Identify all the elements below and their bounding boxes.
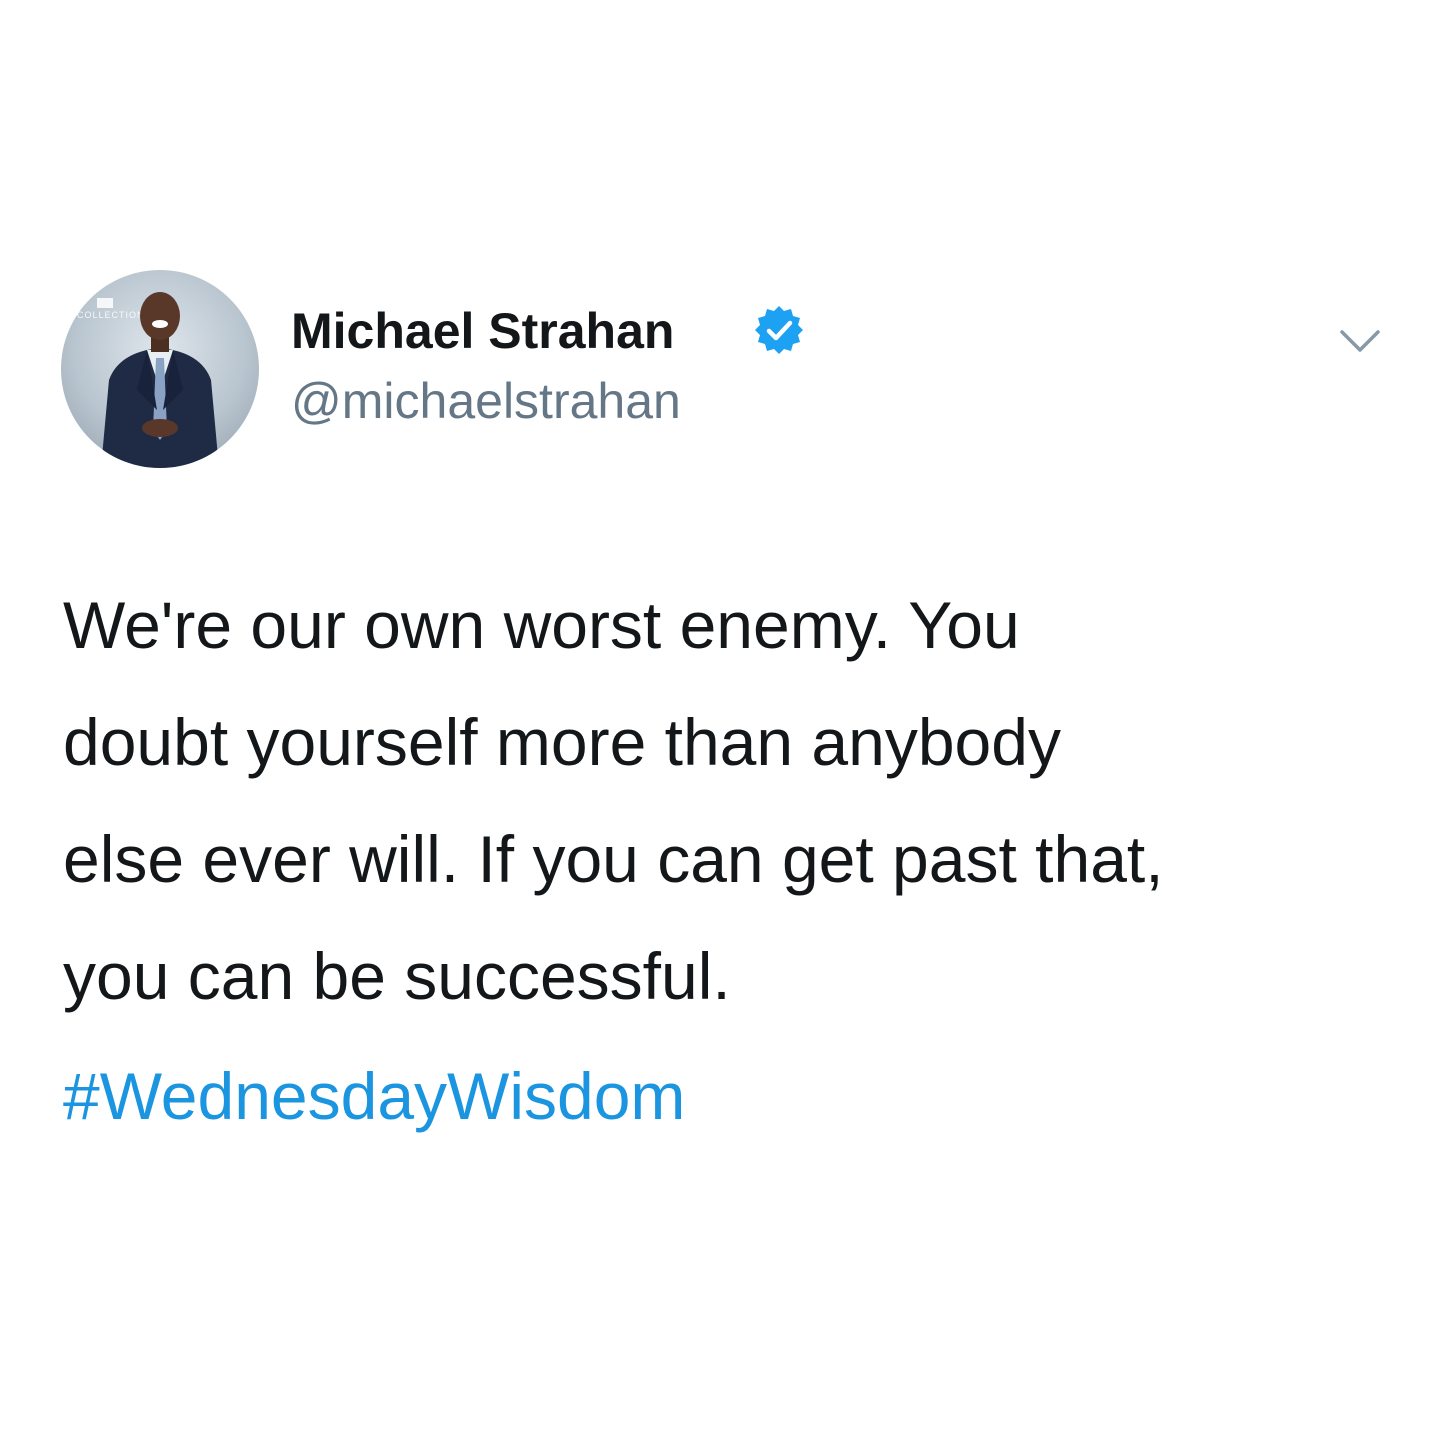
- display-name[interactable]: Michael Strahan: [291, 300, 674, 362]
- chevron-down-icon[interactable]: [1336, 322, 1384, 358]
- tweet-text-line: else ever will. If you can get past that…: [63, 822, 1164, 896]
- tweet-text-line: doubt yourself more than anybody: [63, 705, 1061, 779]
- avatar[interactable]: COLLECTION: [61, 270, 259, 468]
- svg-text:COLLECTION: COLLECTION: [77, 310, 145, 320]
- avatar-photo: COLLECTION: [77, 292, 219, 468]
- tweet-text-line: We're our own worst enemy. You: [63, 588, 1020, 662]
- username-handle[interactable]: @michaelstrahan: [291, 370, 681, 432]
- tweet-card: COLLECTION Michael Strahan @michaelstrah…: [0, 0, 1440, 1440]
- tweet-text: We're our own worst enemy. You doubt you…: [63, 567, 1383, 1035]
- verified-badge-icon: [755, 306, 803, 354]
- hashtag-link[interactable]: #WednesdayWisdom: [63, 1051, 685, 1141]
- tweet-text-line: you can be successful.: [63, 939, 731, 1013]
